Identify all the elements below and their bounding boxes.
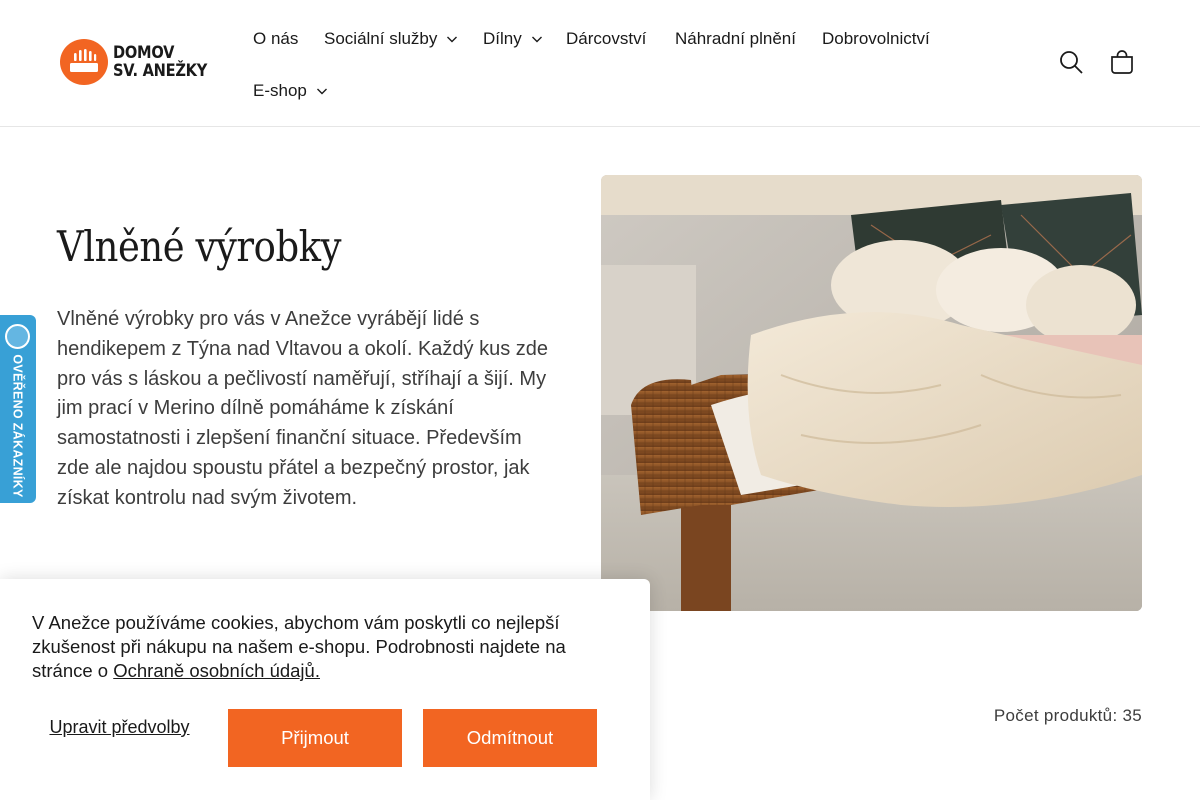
chevron-down-icon bbox=[447, 36, 458, 43]
nav-item-label: Dílny bbox=[483, 29, 522, 48]
site-logo[interactable]: DOMOV SV. ANEŽKY bbox=[60, 38, 210, 86]
badge-label: OVĚŘENO ZÁKAZNÍKY bbox=[11, 354, 25, 498]
nav-item-darcovstvi[interactable]: Dárcovství bbox=[566, 29, 646, 49]
nav-item-label: Dobrovolnictví bbox=[822, 29, 930, 48]
cookie-settings-button[interactable]: Upravit předvolby bbox=[32, 716, 207, 738]
logo-icon bbox=[60, 39, 108, 85]
logo-text: DOMOV SV. ANEŽKY bbox=[113, 44, 207, 80]
page-title: Vlněné výrobky bbox=[57, 222, 342, 271]
cookie-reject-button[interactable]: Odmítnout bbox=[423, 709, 597, 767]
nav-item-dobrovolnictvi[interactable]: Dobrovolnictví bbox=[822, 29, 930, 49]
collection-image bbox=[601, 175, 1142, 611]
privacy-policy-link[interactable]: Ochraně osobních údajů. bbox=[113, 660, 320, 681]
chevron-down-icon bbox=[316, 88, 327, 95]
product-count: Počet produktů: 35 bbox=[993, 706, 1142, 725]
nav-item-o-nas[interactable]: O nás bbox=[253, 29, 298, 49]
nav-item-dilny[interactable]: Dílny bbox=[483, 29, 543, 49]
nav-item-label: Náhradní plnění bbox=[675, 29, 796, 48]
chevron-down-icon bbox=[531, 36, 542, 43]
badge-label-wrapper: OVĚŘENO ZÁKAZNÍKY bbox=[4, 354, 32, 497]
search-icon[interactable] bbox=[1058, 49, 1084, 75]
wool-blanket-sofa-illustration bbox=[601, 175, 1142, 611]
nav-item-label: E-shop bbox=[253, 81, 307, 100]
collection-description: Vlněné výrobky pro vás v Anežce vyrábějí… bbox=[57, 308, 549, 509]
nav-item-label: Sociální služby bbox=[324, 29, 438, 48]
cookie-banner: V Anežce používáme cookies, abychom vám … bbox=[0, 579, 650, 800]
nav-item-e-shop[interactable]: E-shop bbox=[253, 81, 328, 101]
logo-line-2: SV. ANEŽKY bbox=[113, 61, 208, 81]
nav-item-socialni-sluzby[interactable]: Sociální služby bbox=[324, 29, 458, 49]
cookie-text: V Anežce používáme cookies, abychom vám … bbox=[32, 611, 622, 683]
nav-item-nahradni-plneni[interactable]: Náhradní plnění bbox=[675, 29, 796, 49]
cart-icon[interactable] bbox=[1109, 49, 1135, 75]
cookie-accept-button[interactable]: Přijmout bbox=[228, 709, 402, 767]
verified-by-customers-badge[interactable]: OVĚŘENO ZÁKAZNÍKY bbox=[0, 315, 36, 503]
badge-seal-icon bbox=[5, 324, 30, 349]
nav-item-label: Dárcovství bbox=[566, 29, 647, 48]
nav-item-label: O nás bbox=[253, 29, 299, 48]
site-header: DOMOV SV. ANEŽKY O nás Sociální služby D… bbox=[0, 0, 1200, 127]
logo-line-1: DOMOV bbox=[113, 43, 175, 63]
